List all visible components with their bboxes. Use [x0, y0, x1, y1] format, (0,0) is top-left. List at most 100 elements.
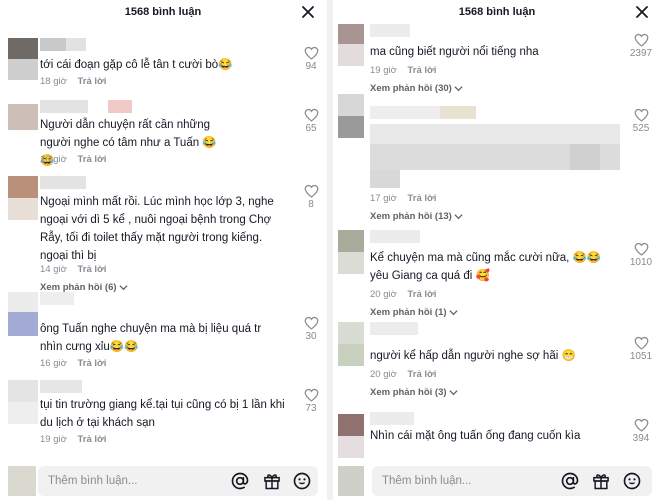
- like-button[interactable]: 1051: [626, 336, 656, 362]
- at-icon[interactable]: [230, 471, 250, 491]
- comment-meta: 19 giờ Trả lời: [40, 434, 114, 445]
- like-count: 525: [632, 123, 650, 134]
- chevron-down-icon: [449, 310, 458, 316]
- comment-meta: 20 giờ Trả lời: [370, 369, 444, 380]
- avatar[interactable]: [8, 100, 38, 142]
- heart-icon: [634, 242, 648, 256]
- comment-text: tụi tin trường giang kể.tại tụi cũng có …: [40, 399, 285, 429]
- reply-button[interactable]: Trả lời: [77, 358, 106, 369]
- heart-icon: [634, 108, 648, 122]
- reply-button[interactable]: Trả lời: [77, 434, 106, 445]
- comment-input-box: [372, 466, 652, 496]
- avatar[interactable]: [8, 38, 38, 80]
- heart-icon: [304, 184, 318, 198]
- chevron-down-icon: [119, 285, 128, 291]
- reply-button[interactable]: Trả lời: [77, 264, 106, 275]
- view-replies-label: Xem phản hồi (3): [370, 387, 447, 398]
- like-button[interactable]: 394: [626, 418, 656, 444]
- comment-text: Ngoại mình mất rồi. Lúc mình học lớp 3, …: [40, 196, 274, 262]
- comments-panel-right: 1568 bình luận ma cũng biết người nổi ti…: [334, 0, 660, 500]
- comment-text: ma cũng biết người nổi tiếng nha: [370, 46, 539, 58]
- comment-input-bar: [0, 458, 326, 500]
- like-button[interactable]: 2397: [626, 33, 656, 59]
- avatar[interactable]: [8, 176, 38, 220]
- view-replies-button[interactable]: Xem phản hồi (3): [370, 387, 458, 398]
- comment-input-bar: [334, 458, 660, 500]
- view-replies-button[interactable]: Xem phản hồi (13): [370, 211, 464, 222]
- heart-icon: [304, 108, 318, 122]
- comment-time: 19 giờ: [370, 65, 397, 76]
- like-button[interactable]: 8: [296, 184, 326, 210]
- comments-count-title: 1568 bình luận: [458, 6, 536, 18]
- comment-text: Kể chuyện ma mà cũng mắc cười nữa, 😂😂 yê…: [370, 252, 602, 282]
- like-button[interactable]: 30: [296, 316, 326, 342]
- avatar[interactable]: [8, 292, 38, 336]
- comment-time: 16 giờ: [40, 358, 67, 369]
- emoji-icon[interactable]: [622, 471, 642, 491]
- view-replies-label: Xem phản hồi (13): [370, 211, 452, 222]
- comment-input[interactable]: [382, 466, 552, 496]
- emoji-icon[interactable]: [292, 471, 312, 491]
- comments-header: 1568 bình luận: [0, 0, 326, 28]
- comment-text: tới cái đoạn gặp cô lễ tân t cười bò😂: [40, 59, 233, 71]
- like-count: 1010: [629, 257, 653, 268]
- gift-icon[interactable]: [262, 471, 282, 491]
- comment-text: ông Tuấn nghe chuyện ma mà bị liệu quá t…: [40, 323, 262, 353]
- chevron-down-icon: [454, 86, 464, 92]
- like-button[interactable]: 73: [296, 388, 326, 414]
- comment-input[interactable]: [48, 466, 218, 496]
- chevron-down-icon: [449, 390, 458, 396]
- comment-meta: 20 giờ Trả lời: [370, 289, 444, 300]
- like-button[interactable]: 65: [296, 108, 326, 134]
- avatar[interactable]: [338, 410, 368, 458]
- chevron-down-icon: [454, 214, 464, 220]
- avatar[interactable]: [338, 24, 368, 66]
- like-count: 2397: [629, 48, 653, 59]
- comment-time: 20 giờ: [370, 289, 397, 300]
- close-icon[interactable]: [300, 4, 316, 20]
- view-replies-button[interactable]: Xem phản hồi (30): [370, 83, 464, 94]
- like-count: 94: [305, 61, 317, 72]
- like-count: 8: [308, 199, 314, 210]
- comment-time: 14 giờ: [40, 264, 67, 275]
- like-count: 30: [305, 331, 317, 342]
- avatar[interactable]: [338, 322, 368, 366]
- view-replies-button[interactable]: Xem phản hồi (1): [370, 307, 458, 318]
- like-count: 73: [305, 403, 317, 414]
- reply-button[interactable]: Trả lời: [407, 193, 436, 204]
- close-icon[interactable]: [634, 4, 650, 20]
- comment-input-box: [38, 466, 318, 496]
- like-count: 394: [632, 433, 650, 444]
- current-user-avatar: [338, 458, 366, 498]
- comments-count-title: 1568 bình luận: [124, 6, 202, 18]
- panel-divider: [327, 0, 333, 500]
- current-user-avatar: [8, 458, 36, 498]
- comments-panel-left: 1568 bình luận tới cái đoạn gặp cô lễ tâ…: [0, 0, 326, 500]
- comment-meta: 16 giờ Trả lời: [40, 358, 114, 369]
- avatar[interactable]: [338, 230, 368, 274]
- heart-icon: [304, 388, 318, 402]
- like-button[interactable]: 94: [296, 46, 326, 72]
- comment-meta: 18 giờ Trả lời: [40, 76, 114, 87]
- comment-time: 16 giờ: [40, 154, 67, 165]
- reply-button[interactable]: Trả lời: [77, 154, 106, 165]
- view-replies-label: Xem phản hồi (30): [370, 83, 452, 94]
- comment-text: người kể hấp dẫn người nghe sợ hãi 😁: [370, 350, 576, 362]
- like-count: 65: [305, 123, 317, 134]
- like-button[interactable]: 1010: [626, 242, 656, 268]
- reply-button[interactable]: Trả lời: [407, 65, 436, 76]
- heart-icon: [304, 46, 318, 60]
- reply-button[interactable]: Trả lời: [407, 289, 436, 300]
- at-icon[interactable]: [560, 471, 580, 491]
- heart-icon: [634, 336, 648, 350]
- reply-button[interactable]: Trả lời: [407, 369, 436, 380]
- gift-icon[interactable]: [591, 471, 611, 491]
- comment-time: 19 giờ: [40, 434, 67, 445]
- view-replies-label: Xem phản hồi (1): [370, 307, 447, 318]
- avatar[interactable]: [8, 380, 38, 424]
- like-button[interactable]: 525: [626, 108, 656, 134]
- avatar[interactable]: [338, 94, 368, 140]
- heart-icon: [634, 418, 648, 432]
- reply-button[interactable]: Trả lời: [77, 76, 106, 87]
- comment-meta: 17 giờ Trả lời: [370, 193, 444, 204]
